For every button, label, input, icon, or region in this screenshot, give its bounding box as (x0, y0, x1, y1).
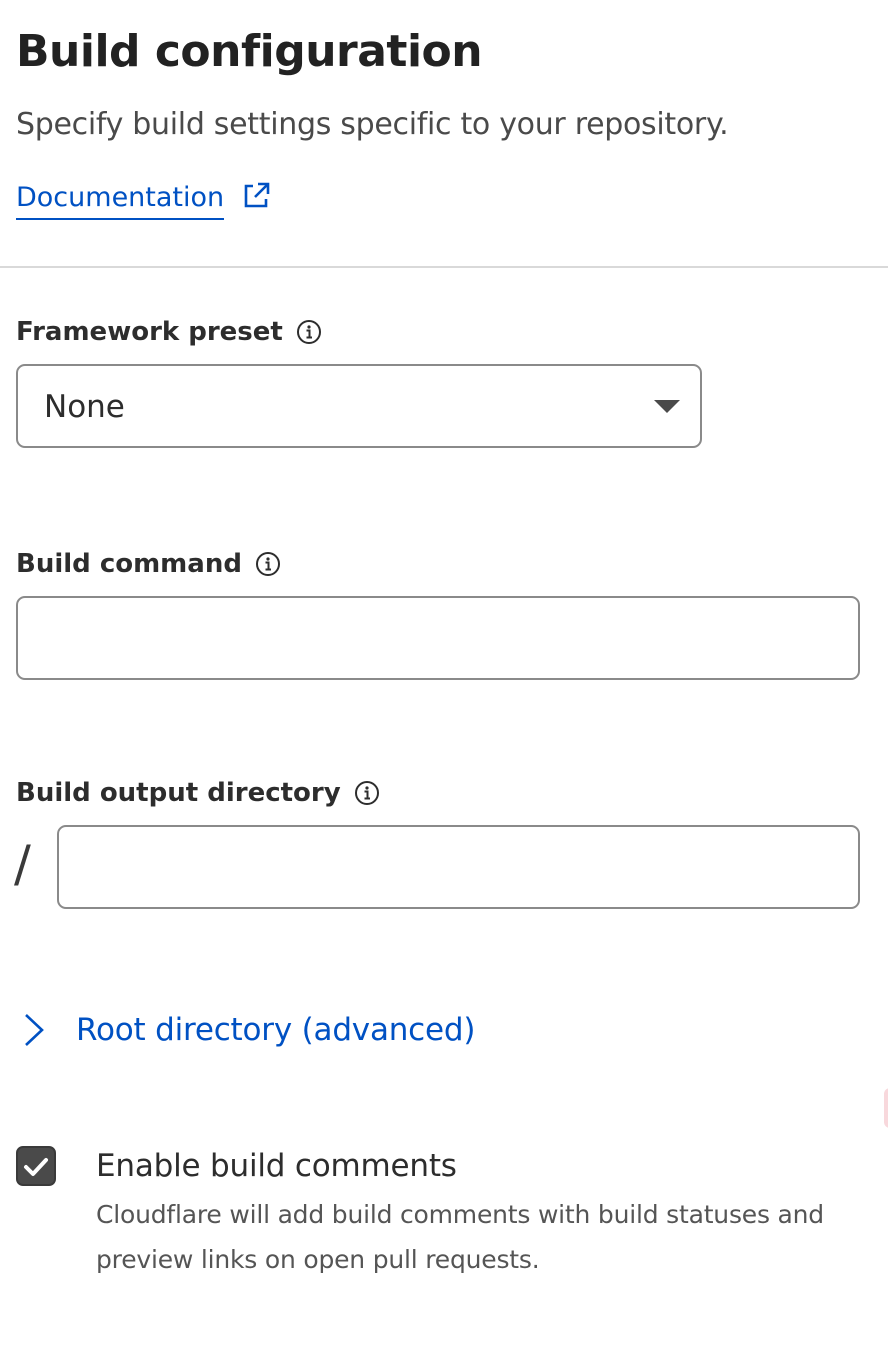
framework-preset-select[interactable]: None (16, 364, 702, 448)
enable-build-comments-checkbox[interactable] (16, 1146, 56, 1186)
documentation-link-label: Documentation (16, 178, 225, 220)
build-output-directory-label-text: Build output directory (16, 778, 341, 808)
enable-build-comments-description: Cloudflare will add build comments with … (96, 1200, 824, 1274)
page-title: Build configuration (16, 26, 483, 77)
info-icon[interactable] (296, 319, 322, 345)
info-icon[interactable] (354, 780, 380, 806)
build-output-directory-label: Build output directory (16, 775, 380, 811)
caret-down-icon (654, 400, 680, 413)
external-link-icon (244, 182, 270, 208)
framework-preset-selected-value: None (44, 389, 125, 425)
build-command-label: Build command (16, 546, 281, 582)
chevron-right-icon (25, 1014, 44, 1046)
info-icon[interactable] (255, 551, 281, 577)
output-directory-prefix: / (14, 835, 31, 893)
page-subtitle: Specify build settings specific to your … (16, 107, 729, 142)
edge-indicator (884, 1088, 888, 1128)
build-command-input[interactable] (16, 596, 860, 680)
enable-build-comments-label: Enable build comments (96, 1148, 457, 1184)
checkmark-icon (24, 1158, 48, 1176)
build-output-directory-input[interactable] (57, 825, 860, 909)
framework-preset-label: Framework preset (16, 314, 322, 350)
build-command-label-text: Build command (16, 549, 242, 579)
section-divider (0, 266, 888, 268)
documentation-link[interactable]: Documentation (16, 178, 272, 220)
build-configuration-panel: Build configuration Specify build settin… (0, 0, 888, 1366)
framework-preset-label-text: Framework preset (16, 317, 283, 347)
root-directory-toggle[interactable]: Root directory (advanced) (20, 1008, 475, 1052)
root-directory-label: Root directory (advanced) (76, 1012, 476, 1048)
